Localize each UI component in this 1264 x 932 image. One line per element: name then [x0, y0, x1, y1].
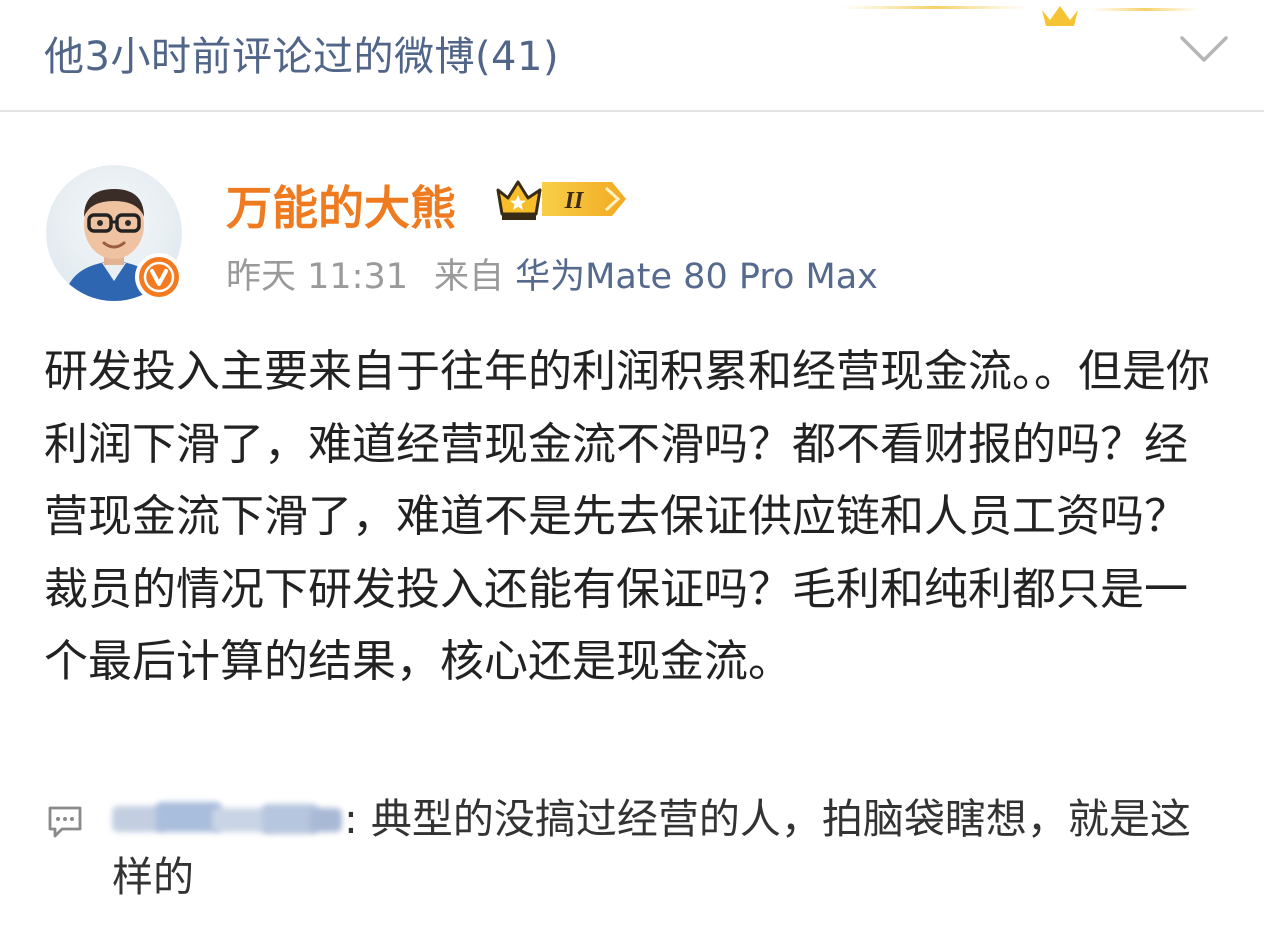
blurred-commenter-name: [112, 798, 344, 840]
header-divider: [0, 110, 1264, 112]
post-time: 昨天 11:31: [226, 257, 408, 297]
member-level-text: II: [564, 188, 585, 214]
author-name[interactable]: 万能的大熊: [226, 172, 456, 238]
crown-icon[interactable]: II: [494, 176, 628, 222]
source-prefix: 来自: [434, 257, 505, 297]
top-bar: 他3小时前评论过的微博(41): [0, 0, 1264, 110]
page-title: 他3小时前评论过的微博(41): [44, 34, 560, 80]
verified-v-icon: [135, 253, 183, 301]
comment-icon: [48, 806, 82, 838]
comment[interactable]: : 典型的没搞过经营的人，拍脑袋瞎想，就是这样的: [112, 790, 1222, 906]
crown-decoration-icon: [840, 6, 1200, 26]
source-device-link[interactable]: 华为Mate 80 Pro Max: [515, 257, 878, 297]
post-meta: 昨天 11:31 来自 华为Mate 80 Pro Max: [226, 248, 878, 299]
chevron-down-icon[interactable]: [1178, 28, 1230, 68]
post-content[interactable]: 研发投入主要来自于往年的利润积累和经营现金流。。但是你利润下滑了，难道经营现金流…: [44, 336, 1224, 699]
